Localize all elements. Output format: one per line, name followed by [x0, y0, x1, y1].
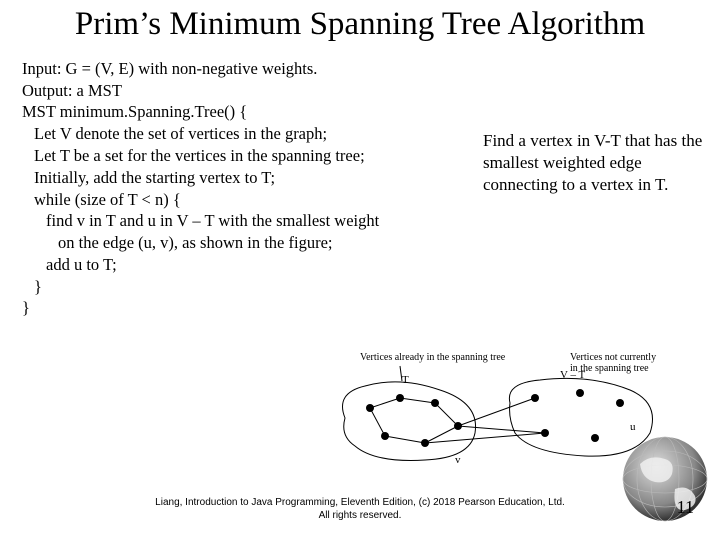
vertex: [576, 389, 584, 397]
footer: Liang, Introduction to Java Programming,…: [0, 497, 720, 522]
edge: [385, 436, 425, 443]
content-row: Input: G = (V, E) with non-negative weig…: [0, 52, 720, 319]
edge-cross: [458, 398, 535, 426]
fig-label-left: Vertices already in the spanning tree: [360, 352, 506, 363]
label-v: v: [455, 454, 461, 466]
code-line: on the edge (u, v), as shown in the figu…: [22, 232, 477, 254]
code-line: Input: G = (V, E) with non-negative weig…: [22, 58, 477, 80]
label-u: u: [630, 421, 636, 433]
code-line: }: [22, 276, 477, 298]
footer-line: All rights reserved.: [0, 510, 720, 523]
code-line: add u to T;: [22, 254, 477, 276]
vertex: [616, 399, 624, 407]
code-line: MST minimum.Spanning.Tree() {: [22, 101, 477, 123]
edge: [370, 398, 400, 408]
code-line: Initially, add the starting vertex to T;: [22, 167, 477, 189]
edge-cross: [458, 426, 545, 433]
pseudocode-block: Input: G = (V, E) with non-negative weig…: [22, 58, 477, 319]
edge-cross: [425, 433, 545, 443]
edge: [370, 408, 385, 436]
edge: [435, 403, 458, 426]
slide-title: Prim’s Minimum Spanning Tree Algorithm: [0, 0, 720, 52]
edge: [400, 398, 435, 403]
code-line: Output: a MST: [22, 80, 477, 102]
blob-t: [343, 382, 476, 461]
vertex: [591, 434, 599, 442]
code-line: find v in T and u in V – T with the smal…: [22, 210, 477, 232]
code-line: Let V denote the set of vertices in the …: [22, 123, 477, 145]
page-number: 11: [677, 497, 694, 518]
label-vt: V – T: [560, 369, 586, 381]
explanatory-note: Find a vertex in V-T that has the smalle…: [477, 58, 704, 319]
code-line: Let T be a set for the vertices in the s…: [22, 145, 477, 167]
label-t: T: [402, 374, 409, 386]
code-line: }: [22, 297, 477, 319]
code-line: while (size of T < n) {: [22, 189, 477, 211]
footer-line: Liang, Introduction to Java Programming,…: [0, 497, 720, 510]
